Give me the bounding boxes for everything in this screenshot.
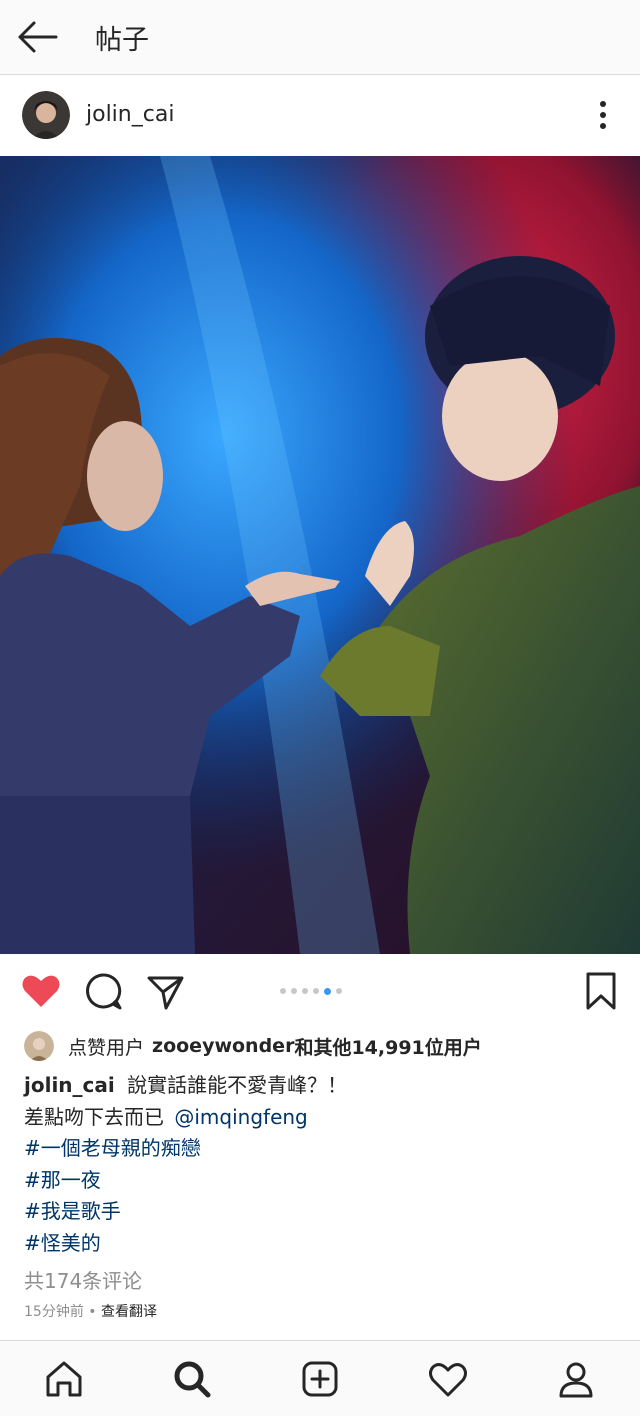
- meta-separator: •: [88, 1304, 97, 1320]
- view-comments-link[interactable]: 共174条评论: [24, 1265, 142, 1294]
- caption-author[interactable]: jolin_cai: [24, 1073, 115, 1097]
- post-meta: 15分钟前 • 查看翻译: [24, 1301, 157, 1321]
- post-username[interactable]: jolin_cai: [86, 102, 174, 127]
- activity-heart-icon[interactable]: [426, 1357, 470, 1401]
- hashtag-link[interactable]: #怪美的: [24, 1228, 624, 1260]
- carousel-dot: [291, 988, 297, 994]
- back-arrow-icon[interactable]: [14, 16, 60, 58]
- carousel-indicator: [280, 986, 342, 996]
- see-translation-link[interactable]: 查看翻译: [101, 1304, 157, 1320]
- caption-line-1: 說實話誰能不愛青峰？！: [127, 1073, 348, 1097]
- liker-avatar: [24, 1031, 54, 1061]
- bottom-tab-bar: [0, 1340, 640, 1416]
- post-caption: jolin_cai 說實話誰能不愛青峰？！ 差點吻下去而已 @imqingfen…: [24, 1070, 624, 1259]
- carousel-dot: [280, 988, 286, 994]
- carousel-dot: [313, 988, 319, 994]
- hashtag-link[interactable]: #一個老母親的痴戀: [24, 1133, 624, 1165]
- home-icon[interactable]: [42, 1357, 86, 1401]
- heart-filled-icon[interactable]: [20, 970, 62, 1012]
- post-timestamp: 15分钟前: [24, 1304, 84, 1320]
- search-icon[interactable]: [170, 1357, 214, 1401]
- bookmark-icon[interactable]: [580, 970, 622, 1012]
- comment-icon[interactable]: [82, 970, 124, 1012]
- caption-line-2: 差點吻下去而已: [24, 1104, 164, 1129]
- carousel-dot: [336, 988, 342, 994]
- likes-summary[interactable]: 点赞用户 zooeywonder 和其他14,991位用户: [24, 1030, 482, 1062]
- new-post-icon[interactable]: [298, 1357, 342, 1401]
- share-icon[interactable]: [144, 970, 186, 1012]
- hashtag-link[interactable]: #我是歌手: [24, 1196, 624, 1228]
- post-actions: [0, 958, 640, 1024]
- page-title: 帖子: [95, 25, 149, 56]
- post-header: jolin_cai: [0, 76, 640, 156]
- more-options-icon[interactable]: [588, 96, 618, 134]
- carousel-dot: [302, 988, 308, 994]
- post-image[interactable]: [0, 156, 640, 954]
- profile-icon[interactable]: [554, 1357, 598, 1401]
- carousel-dot: [324, 987, 331, 995]
- avatar[interactable]: [22, 91, 70, 139]
- liker-username[interactable]: zooeywonder: [152, 1035, 294, 1057]
- likes-prefix: 点赞用户: [68, 1036, 145, 1059]
- top-bar: 帖子: [0, 0, 640, 75]
- likes-count: 和其他14,991位用户: [294, 1036, 482, 1059]
- hashtag-link[interactable]: #那一夜: [24, 1165, 624, 1197]
- mention-link[interactable]: @imqingfeng: [174, 1105, 307, 1129]
